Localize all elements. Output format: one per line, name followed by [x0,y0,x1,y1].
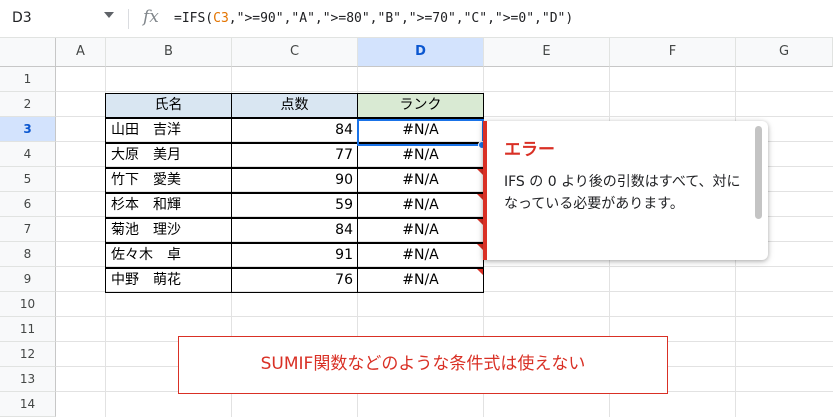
column-header-d[interactable]: D [358,38,484,67]
cell-score[interactable]: 91 [231,243,358,268]
cell-rank[interactable]: #N/A [357,268,484,293]
cell-score[interactable]: 84 [231,218,358,243]
cell-score[interactable]: 84 [231,118,358,143]
cell-name[interactable]: 大原 美月 [105,143,232,168]
formula-input[interactable]: =IFS(C3,">=90","A",">=80","B",">=70","C"… [174,11,573,26]
cell-score[interactable]: 59 [231,193,358,218]
table-header-score[interactable]: 点数 [231,93,358,118]
row-header-7[interactable]: 7 [0,217,56,242]
formula-prefix: =IFS( [174,11,214,26]
active-cell-selection [357,119,484,146]
fx-icon: fx [143,7,159,27]
name-box-dropdown-icon[interactable] [104,12,114,18]
row-header-1[interactable]: 1 [0,67,56,92]
column-header-c[interactable]: C [232,38,358,67]
select-all-corner[interactable] [0,38,56,67]
divider [128,9,129,29]
cell-rank[interactable]: #N/A [357,193,484,218]
row-header-14[interactable]: 14 [0,392,56,417]
row-header-12[interactable]: 12 [0,342,56,367]
cell-score[interactable]: 77 [231,143,358,168]
cell-name[interactable]: 山田 吉洋 [105,118,232,143]
column-header-a[interactable]: A [56,38,106,67]
error-popup-message: IFS の 0 より後の引数はすべて、対になっている必要があります。 [504,174,741,212]
column-header-g[interactable]: G [736,38,833,67]
popup-scrollbar[interactable] [755,126,762,219]
formula-suffix: ,">=90","A",">=80","B",">=70","C",">=0",… [228,11,574,26]
error-indicator-icon[interactable] [477,269,483,275]
column-header-e[interactable]: E [484,38,610,67]
row-header-3[interactable]: 3 [0,117,56,142]
cell-name[interactable]: 菊池 理沙 [105,218,232,243]
grid-line [56,91,833,92]
column-header-b[interactable]: B [106,38,232,67]
row-header-10[interactable]: 10 [0,292,56,317]
row-header-13[interactable]: 13 [0,367,56,392]
cell-score[interactable]: 76 [231,268,358,293]
row-header-5[interactable]: 5 [0,167,56,192]
cell-name[interactable]: 杉本 和輝 [105,193,232,218]
error-popup: エラー IFS の 0 より後の引数はすべて、対になっている必要があります。 [483,121,768,260]
grid-line [56,316,833,317]
cell-score[interactable]: 90 [231,168,358,193]
cell-rank[interactable]: #N/A [357,143,484,168]
table-header-rank[interactable]: ランク [357,93,484,118]
cell-rank[interactable]: #N/A [357,168,484,193]
cell-rank[interactable]: #N/A [357,243,484,268]
row-header-9[interactable]: 9 [0,267,56,292]
formula-cell-reference: C3 [213,11,229,26]
column-header-f[interactable]: F [610,38,736,67]
row-header-4[interactable]: 4 [0,142,56,167]
row-header-2[interactable]: 2 [0,92,56,117]
cell-name[interactable]: 竹下 愛美 [105,168,232,193]
formula-bar: D3 fx =IFS(C3,">=90","A",">=80","B",">=7… [0,0,833,38]
cell-name[interactable]: 中野 萌花 [105,268,232,293]
row-header-8[interactable]: 8 [0,242,56,267]
annotation-box: SUMIF関数などのような条件式は使えない [178,336,668,394]
cell-name[interactable]: 佐々木 卓 [105,243,232,268]
row-header-6[interactable]: 6 [0,192,56,217]
row-header-11[interactable]: 11 [0,317,56,342]
table-header-name[interactable]: 氏名 [105,93,232,118]
error-popup-title: エラー [504,140,555,160]
name-box[interactable]: D3 [12,10,32,26]
cell-rank[interactable]: #N/A [357,218,484,243]
